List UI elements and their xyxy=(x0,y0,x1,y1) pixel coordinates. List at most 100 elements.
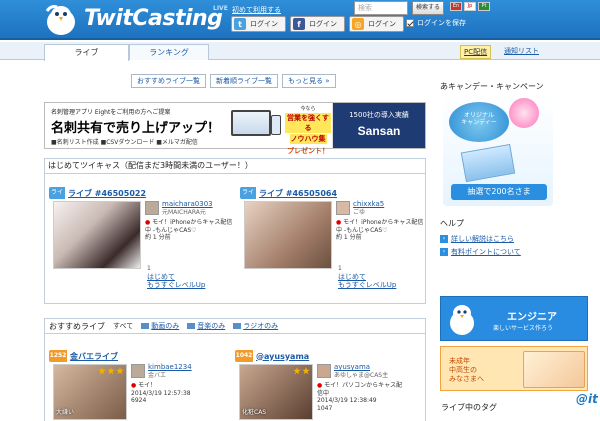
pc-broadcast-link[interactable]: PC配信 xyxy=(460,45,492,59)
viewer-count: 1047 xyxy=(317,404,333,412)
live-date: 2014/3/19 12:57:38 xyxy=(131,389,191,397)
engineer-title: エンジニア xyxy=(507,312,557,323)
header: TwitCasting LIVE 初めて利用する t ログイン f ログイン ◎… xyxy=(0,0,600,40)
twitter-login-label: ログイン xyxy=(250,20,278,28)
live-thumbnail[interactable]: 化粧CAS xyxy=(239,364,313,420)
flag-en[interactable]: En xyxy=(450,2,462,11)
first-visit-link[interactable]: 初めて利用する xyxy=(232,5,281,15)
tab-live[interactable]: ライブ xyxy=(44,44,129,61)
bird-logo-icon[interactable] xyxy=(43,3,79,37)
newest-live-list-button[interactable]: 新着順ライブ一覧 xyxy=(210,74,278,88)
facebook-login-button[interactable]: f ログイン xyxy=(290,16,345,32)
filter-video-tab[interactable]: 動画のみ xyxy=(141,321,179,331)
live-card[interactable]: ライブ ライブ #46505022 maichara0303 元MAICHARA… xyxy=(49,187,234,302)
user-name-link[interactable]: ayusyama xyxy=(334,363,370,371)
help-link-row[interactable]: › 詳しい解説はこちら xyxy=(440,234,588,244)
laptop-illustration xyxy=(231,110,271,136)
ad-banner-left: 名刺管理アプリ Eightをご利用の方へご提案 名刺共有で売り上げアップ！ ■名… xyxy=(45,103,333,155)
user-name-link[interactable]: chixxka5 xyxy=(353,200,384,208)
twitter-login-button[interactable]: t ログイン xyxy=(231,16,286,32)
campaign-banner[interactable]: オリジナル キャンディー 抽選で200名さま xyxy=(443,94,553,206)
flag-jp[interactable]: Jp xyxy=(464,2,476,11)
live-link[interactable]: @ayusyama xyxy=(256,352,309,361)
live-card[interactable]: ライブ ライブ #46505064 chixxka5 ごゆ ● モイ！iPhon… xyxy=(240,187,425,302)
logo-live-badge: LIVE xyxy=(213,5,228,12)
arrow-right-icon: › xyxy=(440,248,448,256)
newcomers-section: はじめてツイキャス（配信まだ3時間未満のユーザー！） ライブ ライブ #4650… xyxy=(44,158,426,304)
candy-icon xyxy=(509,98,539,128)
help-link-row[interactable]: › 有料ポイントについて xyxy=(440,247,588,257)
tab-ranking[interactable]: ランキング xyxy=(129,44,209,60)
facebook-icon: f xyxy=(293,18,305,30)
level-up-link[interactable]: もうすぐレベルUp xyxy=(338,281,396,289)
user-display-name: 元MAICHARA元 xyxy=(162,208,206,216)
search-button[interactable]: 検索する xyxy=(412,1,444,15)
user-display-name: あゆしゃま@CAS主 xyxy=(334,371,389,379)
first-time-link[interactable]: はじめて xyxy=(338,273,396,281)
ad-banner[interactable]: 名刺管理アプリ Eightをご利用の方へご提案 名刺共有で売り上げアップ！ ■名… xyxy=(44,102,426,155)
campaign-badge: オリジナル キャンディー xyxy=(449,102,509,142)
live-comment: ● モイ！ xyxy=(131,382,157,389)
user-name-link[interactable]: kimbae1234 xyxy=(148,363,192,371)
see-more-button[interactable]: もっと見る » xyxy=(282,74,336,88)
avatar[interactable] xyxy=(145,201,159,215)
live-sub-nav: おすすめライブ一覧 新着順ライブ一覧 もっと見る » xyxy=(131,74,336,88)
first-time-link[interactable]: はじめて xyxy=(147,273,205,281)
video-icon xyxy=(141,323,150,329)
minors-banner[interactable]: 未成年 中高生の みなさまへ xyxy=(440,346,588,391)
live-tag: ライブ xyxy=(49,187,65,208)
save-login-checkbox[interactable]: ログインを保存 xyxy=(406,18,466,28)
user-name-link[interactable]: maichara0303 xyxy=(162,200,213,208)
help-detail-link[interactable]: 詳しい解説はこちら xyxy=(451,234,514,244)
ad-right-brand: Sansan xyxy=(357,124,401,138)
live-comment: ● モイ！iPhoneからキャス配信中 -もんじゃCAS♡ xyxy=(336,219,424,234)
ad-note-small: 今なら xyxy=(300,106,316,112)
search-input[interactable]: 検索 xyxy=(354,1,408,15)
engineer-banner[interactable]: エンジニア 楽しいサービス作ろう xyxy=(440,296,588,341)
live-link[interactable]: 金バエライブ xyxy=(70,351,118,362)
avatar[interactable] xyxy=(131,364,145,378)
live-thumbnail[interactable] xyxy=(244,201,332,269)
checkbox-checked-icon xyxy=(406,19,414,27)
notify-list-link[interactable]: 通知リスト xyxy=(504,46,539,56)
live-tag: ライブ xyxy=(240,187,256,208)
filter-music-tab[interactable]: 音楽のみ xyxy=(187,321,225,331)
paid-points-link[interactable]: 有料ポイントについて xyxy=(451,247,521,257)
language-flags: En Jp Pt xyxy=(450,2,490,11)
live-link[interactable]: ライブ #46505064 xyxy=(259,188,337,199)
live-comment: ● モイ！iPhoneからキャス配信中 -もんじゃCAS♡ xyxy=(145,219,233,234)
campaign-title: あキャンデー・キャンペーン xyxy=(440,82,544,91)
other-login-button[interactable]: ◎ ログイン xyxy=(349,16,404,32)
live-link[interactable]: ライブ #46505022 xyxy=(68,188,146,199)
recommended-tabs: おすすめライブ すべて 動画のみ 音楽のみ ラジオのみ xyxy=(45,319,425,334)
logo-text[interactable]: TwitCasting xyxy=(84,6,223,31)
viewer-count: 1 xyxy=(338,265,342,272)
engineer-subtitle: 楽しいサービス作ろう xyxy=(493,325,554,332)
live-thumbnail[interactable] xyxy=(53,201,141,269)
thumbnail-caption: 化粧CAS xyxy=(242,409,267,416)
star-icon xyxy=(293,367,301,375)
ad-note-em2: ノウハウ集 xyxy=(289,134,327,144)
user-display-name: ごゆ xyxy=(353,208,366,216)
recommended-card[interactable]: 1252 金バエライブ 大嫌い kimbae1234 金バエ ● モイ！ 201… xyxy=(49,350,234,420)
live-date: 2014/3/19 12:38:49 xyxy=(317,397,377,404)
recommended-card[interactable]: 1042 @ayusyama 化粧CAS ayusyama あゆしゃま@CAS主… xyxy=(235,350,420,420)
bird-mascot-icon xyxy=(450,305,474,335)
viewer-rank-badge: 1252 xyxy=(49,350,67,362)
live-comment: ● モイ！パソコンからキャス配信中 xyxy=(317,382,403,397)
filter-all-tab[interactable]: すべて xyxy=(113,321,133,331)
avatar[interactable] xyxy=(336,201,350,215)
avatar[interactable] xyxy=(317,364,331,378)
recommended-title: おすすめライブ xyxy=(49,321,105,331)
ad-note-present: プレゼント！ xyxy=(287,146,329,155)
user-display-name: 金バエ xyxy=(148,371,167,379)
filter-radio-tab[interactable]: ラジオのみ xyxy=(233,321,278,331)
live-thumbnail[interactable]: 大嫌い xyxy=(53,364,127,420)
flag-pt[interactable]: Pt xyxy=(478,2,490,11)
live-time: 約 1 分前 xyxy=(336,234,362,241)
star-icon xyxy=(116,367,124,375)
ad-banner-right: 1500社の導入実績 Sansan xyxy=(333,103,425,148)
facebook-login-label: ログイン xyxy=(309,20,337,28)
level-up-link[interactable]: もうすぐレベルUp xyxy=(147,281,205,289)
recommended-live-list-button[interactable]: おすすめライブ一覧 xyxy=(131,74,206,88)
